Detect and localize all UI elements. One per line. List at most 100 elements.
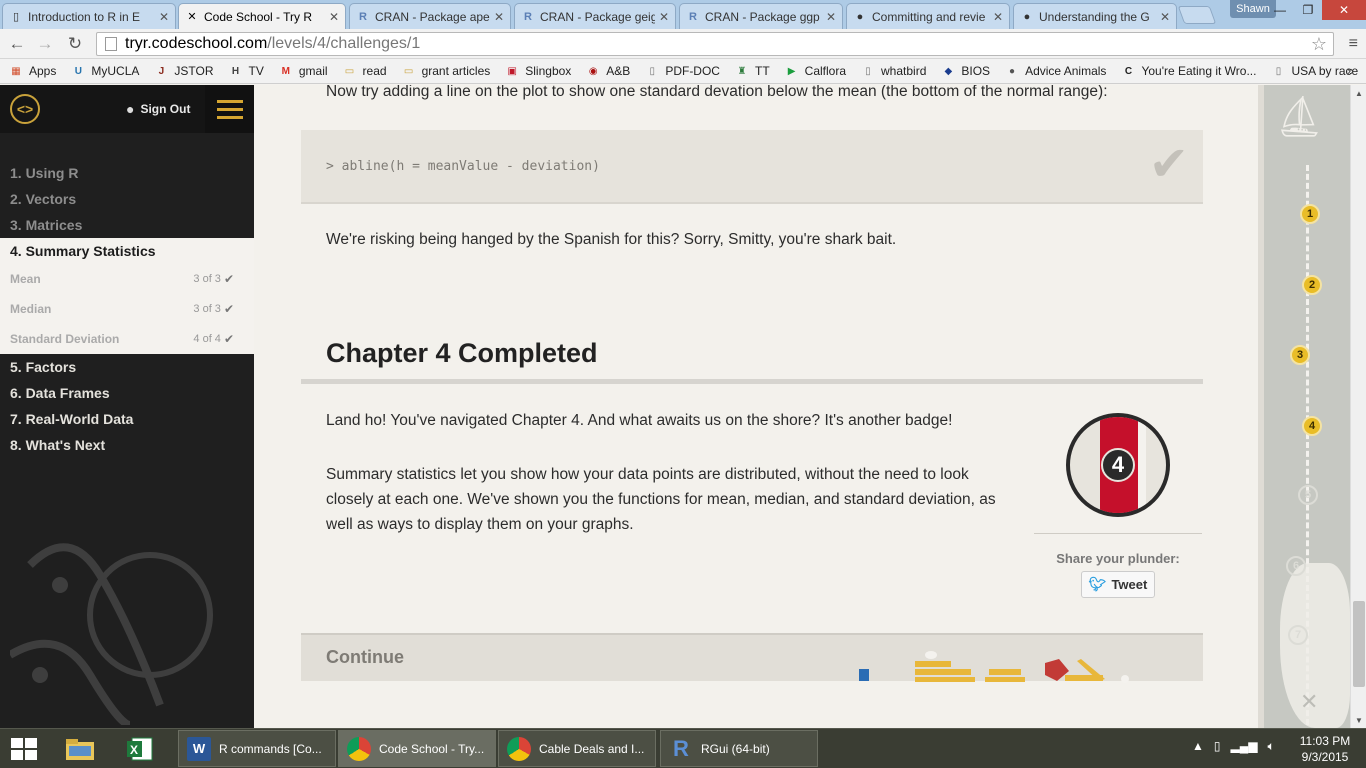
chapter-list: 1. Using R 2. Vectors 3. Matrices 4. Sum…	[0, 160, 254, 458]
close-icon[interactable]: ✕	[993, 10, 1003, 24]
scroll-up-arrow-icon[interactable]: ▲	[1351, 85, 1366, 101]
bookmark-label: whatbird	[881, 64, 927, 78]
page-icon: ▯	[1275, 65, 1282, 77]
badge-number: 4	[1101, 448, 1135, 482]
bios-icon: ◆	[944, 65, 953, 77]
windows-start-icon[interactable]	[8, 735, 40, 763]
bookmark-myucla[interactable]: U MyUCLA	[70, 64, 140, 78]
bookmark-tv[interactable]: H TV	[228, 64, 264, 78]
subsection-standard-deviation[interactable]: Standard Deviation 4 of 4 ✔	[0, 324, 254, 354]
forward-arrow-icon[interactable]: →	[34, 34, 56, 54]
scroll-down-arrow-icon[interactable]: ▼	[1351, 712, 1366, 728]
volume-icon[interactable]: 🔈︎	[1267, 739, 1274, 754]
bookmark-star-icon[interactable]: ☆	[1311, 34, 1327, 55]
bookmark-label: TT	[754, 64, 770, 78]
minimize-icon[interactable]: —	[1266, 0, 1294, 20]
sidebar-header: <> ● Sign Out	[0, 85, 254, 133]
sidebar-item-vectors[interactable]: 2. Vectors	[0, 186, 254, 212]
sidebar-item-using-r[interactable]: 1. Using R	[0, 160, 254, 186]
task-label: Code School - Try...	[379, 741, 485, 756]
bookmark-whatbird[interactable]: ▯ whatbird	[860, 64, 926, 78]
taskbar-item-rgui[interactable]: R RGui (64-bit)	[660, 730, 818, 767]
tab-introduction-to-r[interactable]: ▯ Introduction to R in E ✕	[2, 3, 176, 29]
map-marker-1[interactable]: 1	[1300, 204, 1320, 224]
bookmark-a-b[interactable]: ◉ A&B	[585, 64, 630, 78]
bookmark-calflora[interactable]: ▶ Calflora	[784, 64, 846, 78]
map-marker-4[interactable]: 4	[1302, 416, 1322, 436]
new-tab-button[interactable]	[1177, 6, 1217, 24]
map-marker-2[interactable]: 2	[1302, 275, 1322, 295]
hamburger-menu-icon[interactable]	[205, 85, 254, 133]
tab-cran-geiger[interactable]: R CRAN - Package geig ✕	[514, 3, 676, 29]
page-info-icon[interactable]	[105, 37, 117, 51]
bookmark-advice-animals[interactable]: ● Advice Animals	[1004, 64, 1106, 78]
page-scrollbar[interactable]: ▲ ▼	[1350, 85, 1366, 728]
tweet-button[interactable]: 🐦︎ Tweet	[1081, 571, 1155, 598]
browser-tab-strip: ▯ Introduction to R in E ✕ ✕ Code School…	[0, 0, 1366, 29]
bookmark-tt[interactable]: ♜ TT	[734, 64, 770, 78]
back-arrow-icon[interactable]: ←	[6, 34, 28, 54]
close-window-icon[interactable]: ✕	[1322, 0, 1366, 20]
apps-grid-icon: ▦	[11, 65, 21, 77]
bookmark-grant-articles[interactable]: ▭ grant articles	[401, 64, 490, 78]
bookmark-label: read	[362, 64, 387, 78]
tab-committing[interactable]: ● Committing and revie ✕	[846, 3, 1010, 29]
bookmark-you-re-eating-it-wro[interactable]: C You're Eating it Wro...	[1120, 64, 1257, 78]
folder-icon: ▭	[403, 65, 414, 77]
sidebar-item-matrices[interactable]: 3. Matrices	[0, 212, 254, 238]
codeschool-logo-icon[interactable]: <>	[10, 94, 40, 124]
reload-icon[interactable]: ↻	[64, 34, 86, 54]
divider	[301, 379, 1203, 384]
maximize-icon[interactable]: ❐	[1294, 0, 1322, 20]
sidebar-item-real-world-data[interactable]: 7. Real-World Data	[0, 406, 254, 432]
tab-code-school[interactable]: ✕ Code School - Try R ✕	[178, 3, 346, 29]
sidebar-item-whats-next[interactable]: 8. What's Next	[0, 432, 254, 458]
taskbar-item-chrome-cable[interactable]: Cable Deals and I...	[498, 730, 656, 767]
close-icon[interactable]: ✕	[329, 10, 339, 24]
continue-button[interactable]: Continue	[301, 633, 1203, 683]
more-bookmarks-icon[interactable]: »	[1347, 63, 1354, 78]
window-controls: — ❐ ✕	[1266, 0, 1366, 20]
address-bar[interactable]: tryr.codeschool.com/levels/4/challenges/…	[96, 32, 1334, 56]
taskbar-item-chrome-codeschool[interactable]: Code School - Try...	[338, 730, 496, 767]
map-marker-3[interactable]: 3	[1290, 345, 1310, 365]
sign-out-link[interactable]: ● Sign Out	[126, 101, 190, 117]
network-icon[interactable]: ▯	[1214, 739, 1221, 754]
bookmark-gmail[interactable]: Mgmail	[278, 64, 328, 78]
progress-text: 4 of 4	[193, 333, 221, 345]
file-explorer-icon[interactable]	[60, 733, 100, 765]
signal-icon[interactable]: ▂▄▆	[1231, 739, 1258, 754]
bookmark-read[interactable]: ▭ read	[342, 64, 387, 78]
show-hidden-icons-icon[interactable]: ▲	[1192, 739, 1204, 754]
twitter-bird-icon: 🐦︎	[1088, 576, 1107, 592]
tab-title: Code School - Try R	[204, 9, 313, 24]
taskbar-item-word[interactable]: W R commands [Co...	[178, 730, 336, 767]
subsection-median[interactable]: Median 3 of 3 ✔	[0, 294, 254, 324]
tab-cran-ggp[interactable]: R CRAN - Package ggp ✕	[679, 3, 843, 29]
close-icon[interactable]: ✕	[494, 10, 504, 24]
close-icon[interactable]: ✕	[659, 10, 669, 24]
user-icon: ●	[126, 101, 135, 117]
bookmark-bios[interactable]: ◆ BIOS	[940, 64, 991, 78]
sidebar-item-factors[interactable]: 5. Factors	[0, 354, 254, 380]
bookmark-slingbox[interactable]: ▣ Slingbox	[504, 64, 572, 78]
reddit-icon: ●	[1009, 65, 1016, 77]
bookmark-jstor[interactable]: J JSTOR	[153, 64, 214, 78]
close-icon[interactable]: ✕	[826, 10, 836, 24]
excel-icon[interactable]: X	[120, 733, 160, 765]
subsection-mean[interactable]: Mean 3 of 3 ✔	[0, 264, 254, 294]
bookmark-apps[interactable]: ▦ Apps	[8, 64, 56, 78]
tab-understanding[interactable]: ● Understanding the G ✕	[1013, 3, 1177, 29]
bookmark-pdf-doc[interactable]: ▯ PDF-DOC	[644, 64, 720, 78]
bookmark-usa-by-race[interactable]: ▯ USA by race	[1270, 64, 1358, 78]
tab-cran-ape[interactable]: R CRAN - Package ape ✕	[349, 3, 511, 29]
bookmarks-bar: ▦ Apps U MyUCLA J JSTOR H TV Mgmail ▭ read ▭ grant a…	[0, 59, 1366, 84]
system-clock[interactable]: 11:03 PM 9/3/2015	[1292, 733, 1358, 765]
sidebar-item-summary-statistics[interactable]: 4. Summary Statistics	[0, 238, 254, 264]
bookmark-label: Apps	[29, 64, 57, 78]
scroll-thumb[interactable]	[1353, 601, 1365, 687]
close-icon[interactable]: ✕	[1160, 10, 1170, 24]
sidebar-item-data-frames[interactable]: 6. Data Frames	[0, 380, 254, 406]
close-icon[interactable]: ✕	[159, 10, 169, 24]
chrome-menu-icon[interactable]: ≡	[1349, 35, 1358, 53]
